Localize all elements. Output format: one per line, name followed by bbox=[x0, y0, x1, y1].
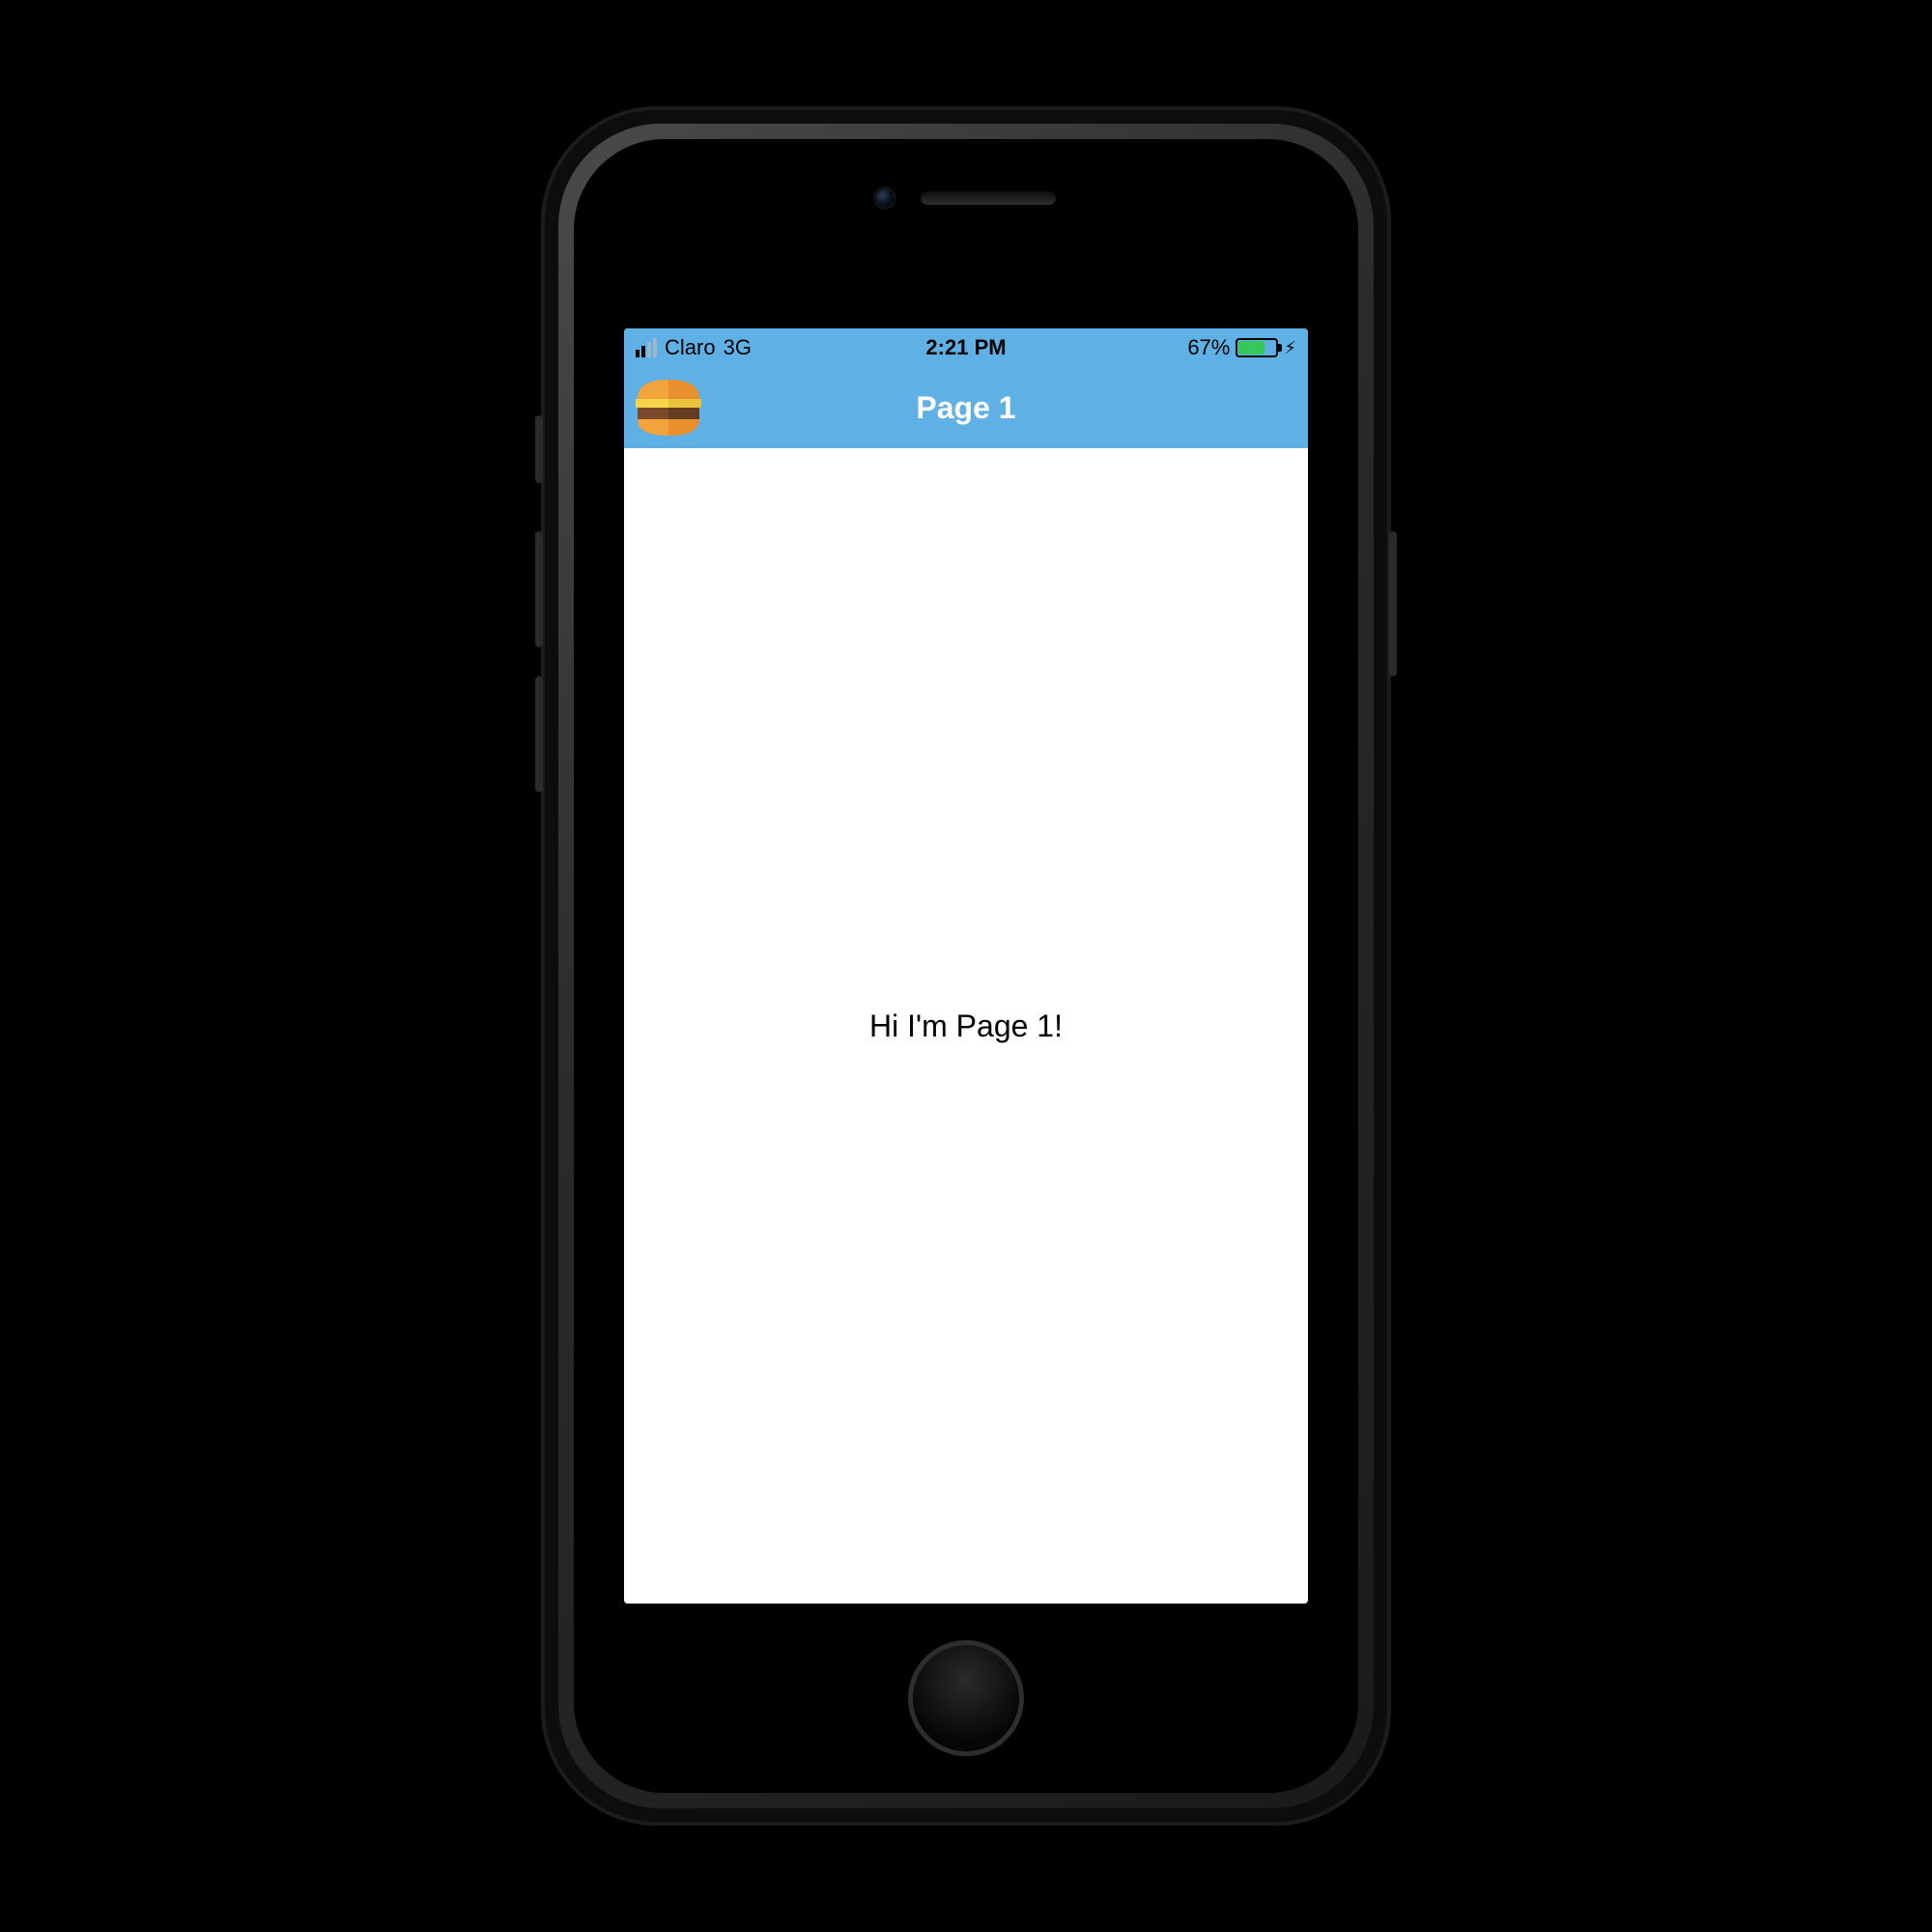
phone-volume-down bbox=[535, 676, 543, 792]
body-text: Hi I'm Page 1! bbox=[869, 1009, 1063, 1044]
earpiece-speaker-icon bbox=[921, 191, 1056, 205]
phone-volume-up bbox=[535, 531, 543, 647]
network-type-label: 3G bbox=[724, 335, 752, 360]
battery-percent-label: 67% bbox=[1187, 335, 1230, 360]
device-screen: Claro 3G 2:21 PM 67% ⚡︎ bbox=[624, 328, 1308, 1604]
phone-frame-inner: Claro 3G 2:21 PM 67% ⚡︎ bbox=[574, 139, 1358, 1793]
status-bar-left: Claro 3G bbox=[636, 335, 752, 360]
page-title: Page 1 bbox=[624, 390, 1308, 426]
stage: Claro 3G 2:21 PM 67% ⚡︎ bbox=[0, 0, 1932, 1932]
home-button[interactable] bbox=[908, 1640, 1024, 1756]
charging-bolt-icon: ⚡︎ bbox=[1284, 338, 1296, 358]
carrier-label: Claro bbox=[665, 335, 716, 360]
nav-bar: Page 1 bbox=[624, 367, 1308, 448]
front-camera-icon bbox=[876, 189, 894, 207]
signal-strength-icon bbox=[636, 338, 657, 357]
battery-icon bbox=[1236, 338, 1278, 357]
status-bar-right: 67% ⚡︎ bbox=[1187, 335, 1296, 360]
phone-mute-switch bbox=[535, 415, 543, 483]
phone-frame-outer: Claro 3G 2:21 PM 67% ⚡︎ bbox=[541, 106, 1391, 1826]
phone-sensor-bar bbox=[574, 189, 1358, 207]
phone-power-button bbox=[1389, 531, 1397, 676]
page-content: Hi I'm Page 1! bbox=[624, 448, 1308, 1604]
status-bar: Claro 3G 2:21 PM 67% ⚡︎ bbox=[624, 328, 1308, 367]
phone-frame-mid: Claro 3G 2:21 PM 67% ⚡︎ bbox=[558, 124, 1374, 1808]
battery-fill bbox=[1238, 341, 1264, 355]
